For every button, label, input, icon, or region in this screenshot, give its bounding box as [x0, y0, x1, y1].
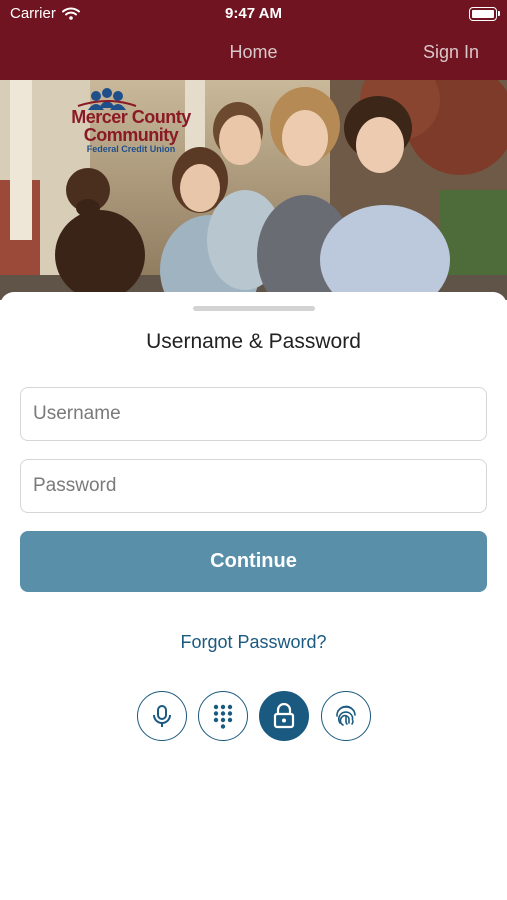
login-sheet: Username & Password Continue Forgot Pass… [0, 292, 507, 900]
logo-line-3: Federal Credit Union [86, 144, 176, 154]
username-input[interactable] [21, 388, 486, 440]
battery-icon [469, 7, 500, 21]
clock: 9:47 AM [225, 5, 282, 22]
login-title: Username & Password [146, 330, 361, 353]
microphone-icon [153, 705, 171, 727]
sign-in-link[interactable]: Sign In [423, 42, 479, 63]
forgot-password-link[interactable]: Forgot Password? [0, 632, 507, 653]
password-field-container [20, 459, 487, 513]
logo-line-1: Mercer County [71, 107, 191, 127]
drag-handle[interactable] [193, 306, 315, 311]
biometric-auth-button[interactable] [321, 691, 371, 741]
password-input[interactable] [21, 460, 486, 512]
nav-bar: Home Sign In [0, 28, 507, 80]
pin-auth-button[interactable] [198, 691, 248, 741]
keypad-icon [213, 704, 233, 729]
auth-method-selector [137, 691, 371, 741]
hero-image: Mercer County Community Federal Credit U… [0, 80, 507, 300]
password-auth-button[interactable] [259, 691, 309, 741]
username-field-container [20, 387, 487, 441]
continue-button[interactable]: Continue [20, 531, 487, 592]
lock-icon [273, 703, 295, 729]
status-bar: Carrier 9:47 AM [0, 0, 507, 28]
logo-wordmark: Mercer County Community Federal Credit U… [66, 108, 196, 154]
logo-line-2: Community [83, 125, 179, 145]
voice-auth-button[interactable] [137, 691, 187, 741]
fingerprint-icon [336, 705, 356, 726]
